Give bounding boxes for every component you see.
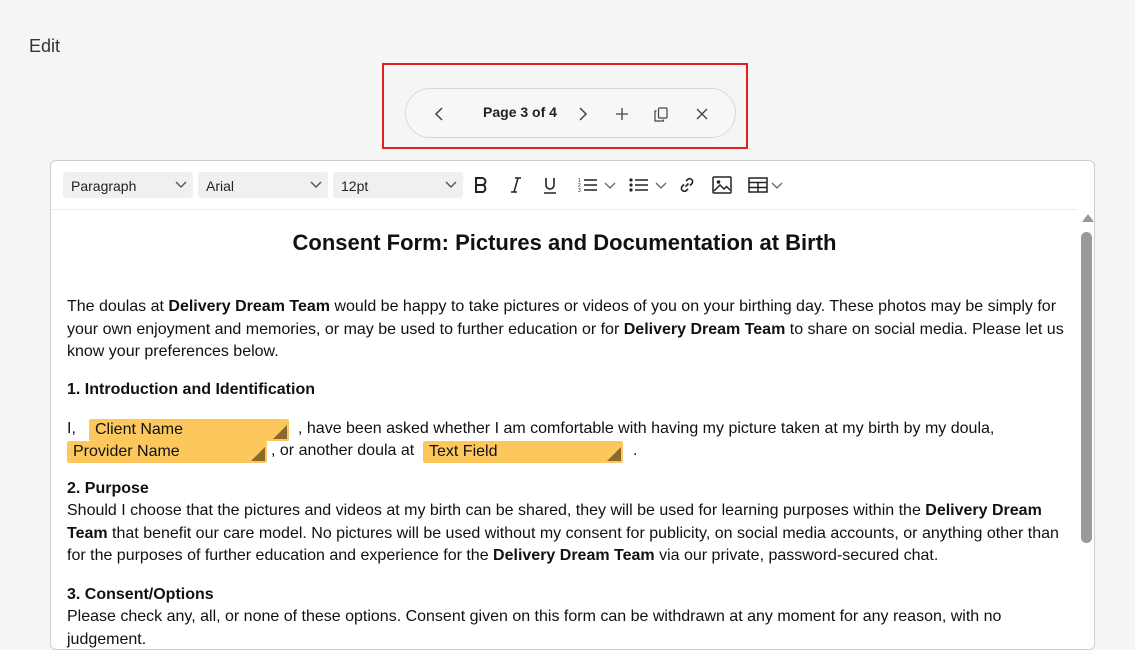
- section1-text: , have been asked whether I am comfortab…: [298, 420, 995, 437]
- font-family-value: Arial: [206, 178, 235, 194]
- section1-text: I,: [67, 420, 76, 437]
- duplicate-page-button[interactable]: [649, 102, 673, 126]
- chevron-left-icon: [434, 107, 443, 121]
- insert-link-button[interactable]: [677, 174, 697, 196]
- italic-button[interactable]: [507, 174, 525, 196]
- chevron-down-icon: [310, 181, 322, 188]
- chevron-down-icon: [604, 182, 616, 189]
- add-page-button[interactable]: [610, 102, 634, 126]
- section1-text: , or another doula at: [271, 442, 415, 459]
- font-size-select[interactable]: 12pt: [333, 172, 463, 198]
- numbered-list-icon: 123: [578, 178, 597, 193]
- underline-button[interactable]: [541, 174, 559, 196]
- consent-paragraph: Please check any, all, or none of these …: [67, 608, 1002, 648]
- insert-table-button[interactable]: [747, 174, 783, 196]
- section-heading: 3. Consent/Options: [67, 586, 214, 603]
- client-name-field-label: Client Name: [95, 421, 184, 438]
- bullet-list-icon: [629, 178, 648, 192]
- bullet-list-button[interactable]: [626, 174, 670, 196]
- editor-toolbar: Paragraph Arial 12pt 123: [51, 161, 1094, 210]
- block-format-select[interactable]: Paragraph: [63, 172, 193, 198]
- page-indicator: Page 3 of 4: [483, 104, 557, 120]
- page-title: Edit: [29, 36, 61, 56]
- client-name-field[interactable]: Client Name: [89, 419, 289, 441]
- section-heading: 2. Purpose: [67, 480, 149, 497]
- table-icon: [747, 177, 768, 193]
- block-format-value: Paragraph: [71, 178, 137, 194]
- font-size-value: 12pt: [341, 178, 369, 194]
- page-navigator: Page 3 of 4: [405, 88, 736, 138]
- insert-image-button[interactable]: [712, 174, 732, 196]
- chevron-down-icon: [175, 181, 187, 188]
- rich-text-editor: Paragraph Arial 12pt 123 Consent Form: P…: [50, 160, 1095, 650]
- copy-icon: [654, 106, 668, 122]
- provider-name-field-label: Provider Name: [73, 443, 180, 460]
- font-family-select[interactable]: Arial: [198, 172, 328, 198]
- bold-button[interactable]: [472, 174, 490, 196]
- scroll-up-arrow-icon[interactable]: [1082, 214, 1094, 222]
- text-field-label: Text Field: [429, 443, 498, 460]
- previous-page-button[interactable]: [428, 102, 452, 126]
- chevron-down-icon: [771, 182, 782, 189]
- purpose-paragraph: Should I choose that the pictures and vi…: [67, 502, 1059, 564]
- next-page-button[interactable]: [570, 102, 594, 126]
- underline-icon: [544, 177, 556, 194]
- chevron-down-icon: [655, 182, 667, 189]
- delete-page-button[interactable]: [690, 102, 714, 126]
- section1-text: .: [633, 442, 638, 459]
- intro-paragraph: The doulas at Delivery Dream Team would …: [67, 298, 1064, 360]
- document-content[interactable]: Consent Form: Pictures and Documentation…: [51, 209, 1078, 649]
- bold-icon: [475, 177, 487, 193]
- link-icon: [680, 177, 694, 193]
- image-icon: [712, 176, 732, 194]
- document-title: Consent Form: Pictures and Documentation…: [292, 230, 837, 255]
- numbered-list-button[interactable]: 123: [575, 174, 619, 196]
- scroll-thumb[interactable]: [1081, 232, 1092, 543]
- chevron-right-icon: [579, 107, 588, 121]
- section-heading: 1. Introduction and Identification: [67, 381, 315, 398]
- provider-name-field[interactable]: Provider Name: [67, 441, 267, 463]
- svg-text:3: 3: [578, 188, 581, 193]
- chevron-down-icon: [445, 181, 457, 188]
- resize-handle-icon[interactable]: [273, 425, 287, 439]
- resize-handle-icon[interactable]: [251, 447, 265, 461]
- vertical-scrollbar[interactable]: [1078, 209, 1094, 649]
- close-icon: [696, 108, 708, 120]
- italic-icon: [511, 177, 521, 193]
- text-field[interactable]: Text Field: [423, 441, 623, 463]
- plus-icon: [616, 108, 628, 120]
- resize-handle-icon[interactable]: [607, 447, 621, 461]
